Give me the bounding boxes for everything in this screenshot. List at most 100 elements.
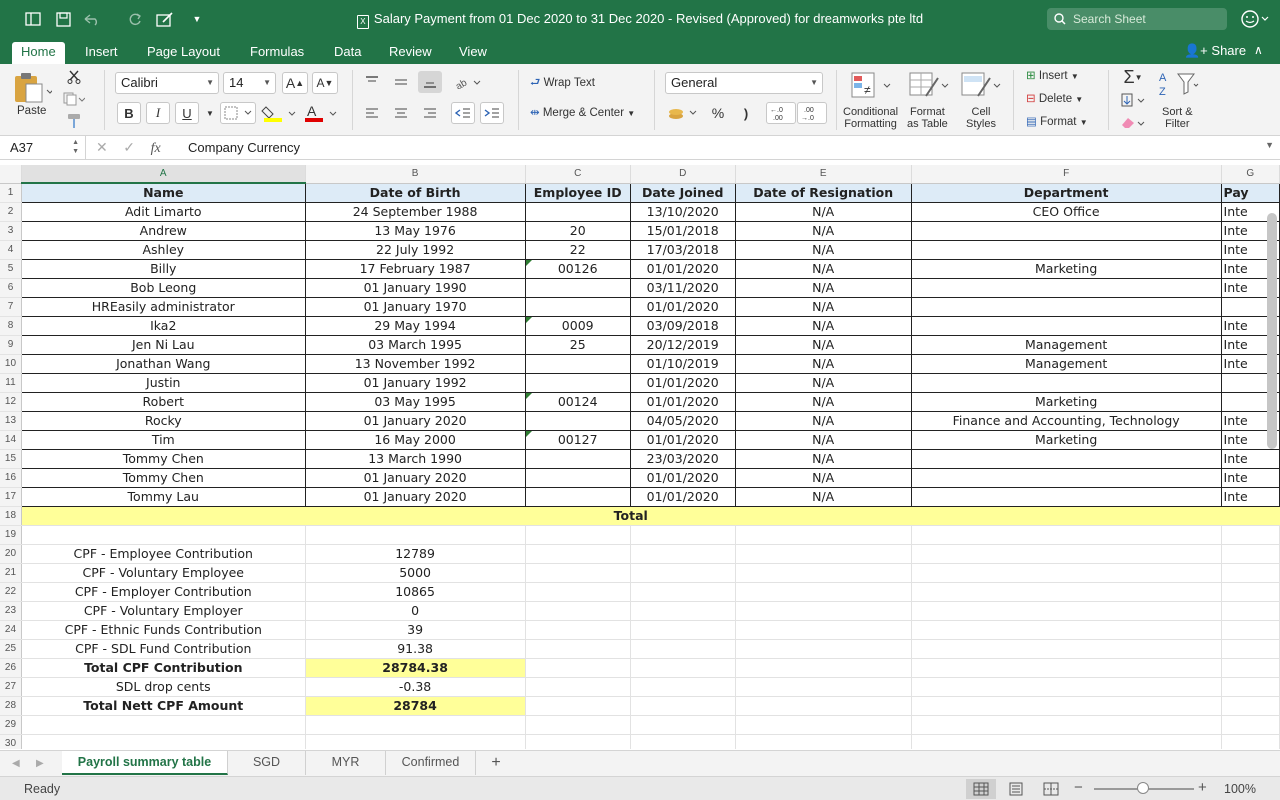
cell[interactable] [630,677,736,697]
column-header[interactable]: E [735,165,912,184]
row-header[interactable]: 15 [0,449,22,469]
expand-formula-bar-icon[interactable]: ▼ [1265,140,1274,150]
row-header[interactable]: 2 [0,202,22,222]
zoom-slider-thumb[interactable] [1137,782,1149,794]
cell[interactable]: 03 March 1995 [305,335,526,355]
clear-eraser-icon[interactable] [1118,112,1148,134]
cell[interactable] [911,639,1222,659]
cell[interactable] [525,278,631,298]
borders-button[interactable] [220,102,256,124]
row-header[interactable]: 18 [0,506,22,526]
format-as-table-icon[interactable] [906,70,950,105]
cell[interactable]: HREasily administrator [21,297,306,317]
cell[interactable]: N/A [735,487,912,507]
cell[interactable] [1221,677,1280,697]
cell[interactable]: 01 January 2020 [305,487,526,507]
row-header[interactable]: 8 [0,316,22,336]
cell[interactable] [630,715,736,735]
cell[interactable]: 25 [525,335,631,355]
row-header[interactable]: 19 [0,525,22,545]
cell[interactable] [911,221,1222,241]
add-sheet-plus-icon[interactable]: + [484,753,508,773]
cell[interactable] [525,620,631,640]
percent-style-button[interactable]: % [706,102,730,124]
comma-style-button[interactable]: ) [734,102,758,124]
cell[interactable]: N/A [735,449,912,469]
font-color-button[interactable]: A [301,102,339,124]
format-as-table-button[interactable]: Format as Table [907,106,948,130]
cell[interactable]: Robert [21,392,306,412]
collapse-ribbon-icon[interactable]: ∧ [1254,43,1263,57]
row-header[interactable]: 4 [0,240,22,260]
cell[interactable] [911,696,1222,716]
cell[interactable] [911,468,1222,488]
cell[interactable] [525,544,631,564]
cell[interactable] [525,354,631,374]
orientation-button[interactable]: ab [453,71,485,93]
cell[interactable] [525,639,631,659]
align-middle-icon[interactable] [389,71,413,93]
sheet-tab-confirmed[interactable]: Confirmed [386,751,476,775]
cell[interactable]: Marketing [911,392,1222,412]
cell[interactable] [911,373,1222,393]
cell[interactable]: Finance and Accounting, Technology [911,411,1222,431]
row-header[interactable]: 10 [0,354,22,374]
share-button[interactable]: 👤+ Share [1184,43,1246,59]
cell[interactable] [735,639,912,659]
column-header[interactable]: D [630,165,736,184]
search-sheet-input[interactable]: Search Sheet [1047,8,1227,30]
cell[interactable]: Tommy Chen [21,449,306,469]
cell[interactable]: 00126 [525,259,631,279]
cell[interactable] [630,658,736,678]
column-title[interactable]: Pay [1221,183,1280,203]
row-header[interactable]: 20 [0,544,22,564]
cell[interactable] [911,525,1222,545]
row-header[interactable]: 1 [0,183,22,203]
feedback-smiley-icon[interactable] [1240,9,1270,32]
cell[interactable]: Andrew [21,221,306,241]
cell[interactable] [1221,639,1280,659]
cell[interactable] [1221,696,1280,716]
normal-view-icon[interactable] [966,779,996,799]
row-header[interactable]: 21 [0,563,22,583]
cpf-value[interactable]: 0 [305,601,526,621]
cell[interactable]: 20 [525,221,631,241]
cell[interactable] [1221,582,1280,602]
cpf-value[interactable]: 12789 [305,544,526,564]
sheet-tab-myr[interactable]: MYR [306,751,386,775]
row-header[interactable]: 14 [0,430,22,450]
cell[interactable]: Ashley [21,240,306,260]
cell[interactable] [911,658,1222,678]
cell[interactable]: N/A [735,278,912,298]
cell[interactable]: Billy [21,259,306,279]
cell[interactable] [525,411,631,431]
row-header[interactable]: 13 [0,411,22,431]
column-title[interactable]: Name [21,183,306,203]
cpf-label[interactable]: Total CPF Contribution [21,658,306,678]
cell[interactable] [525,601,631,621]
row-header[interactable]: 16 [0,468,22,488]
cell[interactable] [735,715,912,735]
row-header[interactable]: 24 [0,620,22,640]
cancel-entry-icon[interactable]: ✕ [96,139,108,155]
cut-icon[interactable] [62,66,86,88]
insert-function-icon[interactable]: fx [151,141,161,156]
cell[interactable] [1221,620,1280,640]
cell[interactable]: Ika2 [21,316,306,336]
cpf-value[interactable]: 39 [305,620,526,640]
row-header[interactable]: 29 [0,715,22,735]
cell[interactable] [1221,525,1280,545]
cell[interactable] [911,449,1222,469]
cell[interactable]: CEO Office [911,202,1222,222]
cell[interactable] [1221,658,1280,678]
cell[interactable]: 01 January 2020 [305,468,526,488]
cell[interactable]: Justin [21,373,306,393]
cpf-label[interactable]: CPF - Ethnic Funds Contribution [21,620,306,640]
cpf-label[interactable]: CPF - SDL Fund Contribution [21,639,306,659]
cell[interactable]: 16 May 2000 [305,430,526,450]
cell[interactable]: N/A [735,411,912,431]
cell[interactable] [525,658,631,678]
cell[interactable] [525,297,631,317]
cell[interactable] [630,582,736,602]
cell[interactable]: 15/01/2018 [630,221,736,241]
